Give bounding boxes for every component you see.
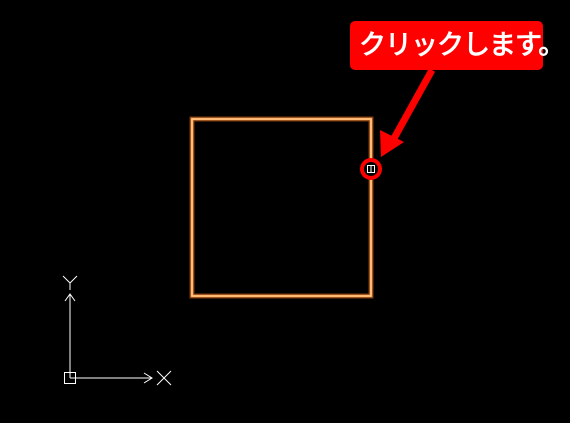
callout-arrow — [380, 68, 436, 157]
cad-drawing-area[interactable]: クリックします。 X Y — [0, 0, 570, 423]
click-target-marker[interactable] — [360, 158, 382, 180]
ucs-icon — [62, 275, 172, 386]
selected-rectangle[interactable] — [189, 116, 374, 299]
callout-label: クリックします。 — [350, 21, 565, 70]
